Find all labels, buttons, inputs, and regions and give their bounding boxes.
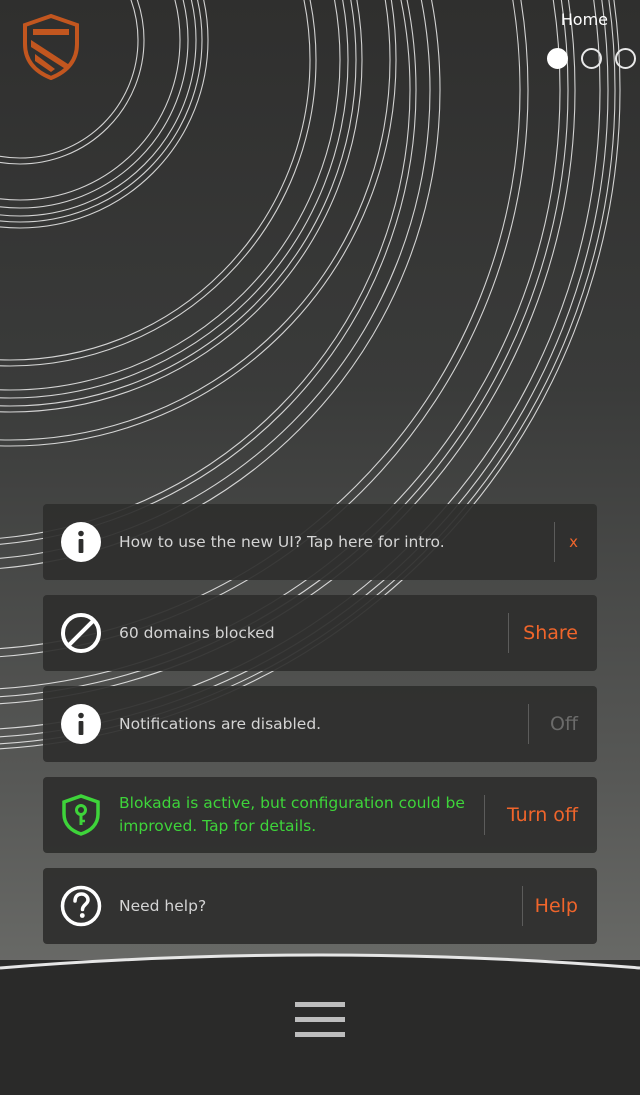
intro-card[interactable]: How to use the new UI? Tap here for intr… — [43, 504, 597, 580]
background-ring — [0, 0, 417, 545]
help-message: Need help? — [119, 896, 207, 915]
turn-off-button[interactable]: Turn off — [507, 804, 578, 826]
blocked-domains-card[interactable]: 60 domains blocked Share — [43, 595, 597, 671]
hamburger-menu-icon[interactable] — [295, 1002, 345, 1038]
status-message[interactable]: Blokada is active, but configuration cou… — [119, 792, 465, 838]
divider — [508, 613, 509, 653]
notifications-card[interactable]: Notifications are disabled. Off — [43, 686, 597, 762]
notifications-message: Notifications are disabled. — [119, 714, 322, 733]
divider — [528, 704, 529, 744]
blocked-icon — [61, 613, 101, 653]
status-card[interactable]: Blokada is active, but configuration cou… — [43, 777, 597, 853]
page-title: Home — [560, 10, 608, 29]
divider — [554, 522, 555, 562]
background-ring — [0, 0, 431, 559]
bottom-bar-edge — [0, 953, 640, 986]
info-icon — [61, 704, 101, 744]
background-ring — [0, 0, 441, 569]
info-icon — [61, 522, 101, 562]
intro-message: How to use the new UI? Tap here for intr… — [119, 532, 445, 551]
help-card[interactable]: Need help? Help — [43, 868, 597, 944]
status-message-line2: improved. Tap for details. — [119, 817, 317, 835]
divider — [484, 795, 485, 835]
background-ring — [0, 0, 411, 539]
page-dot-1[interactable] — [547, 48, 568, 69]
share-button[interactable]: Share — [523, 622, 578, 644]
page-indicator[interactable] — [547, 48, 636, 69]
page-dot-3[interactable] — [615, 48, 636, 69]
status-message-line1: Blokada is active, but configuration cou… — [119, 794, 465, 812]
notifications-toggle[interactable]: Off — [550, 713, 578, 735]
help-button[interactable]: Help — [535, 895, 578, 917]
page-dot-2[interactable] — [581, 48, 602, 69]
shield-key-icon — [62, 794, 100, 836]
blokada-logo-icon — [23, 14, 79, 80]
divider — [522, 886, 523, 926]
blocked-count-message: 60 domains blocked — [119, 623, 275, 642]
dashboard-cards: How to use the new UI? Tap here for intr… — [43, 504, 597, 959]
help-icon — [60, 885, 102, 927]
dismiss-button[interactable]: x — [569, 533, 578, 551]
